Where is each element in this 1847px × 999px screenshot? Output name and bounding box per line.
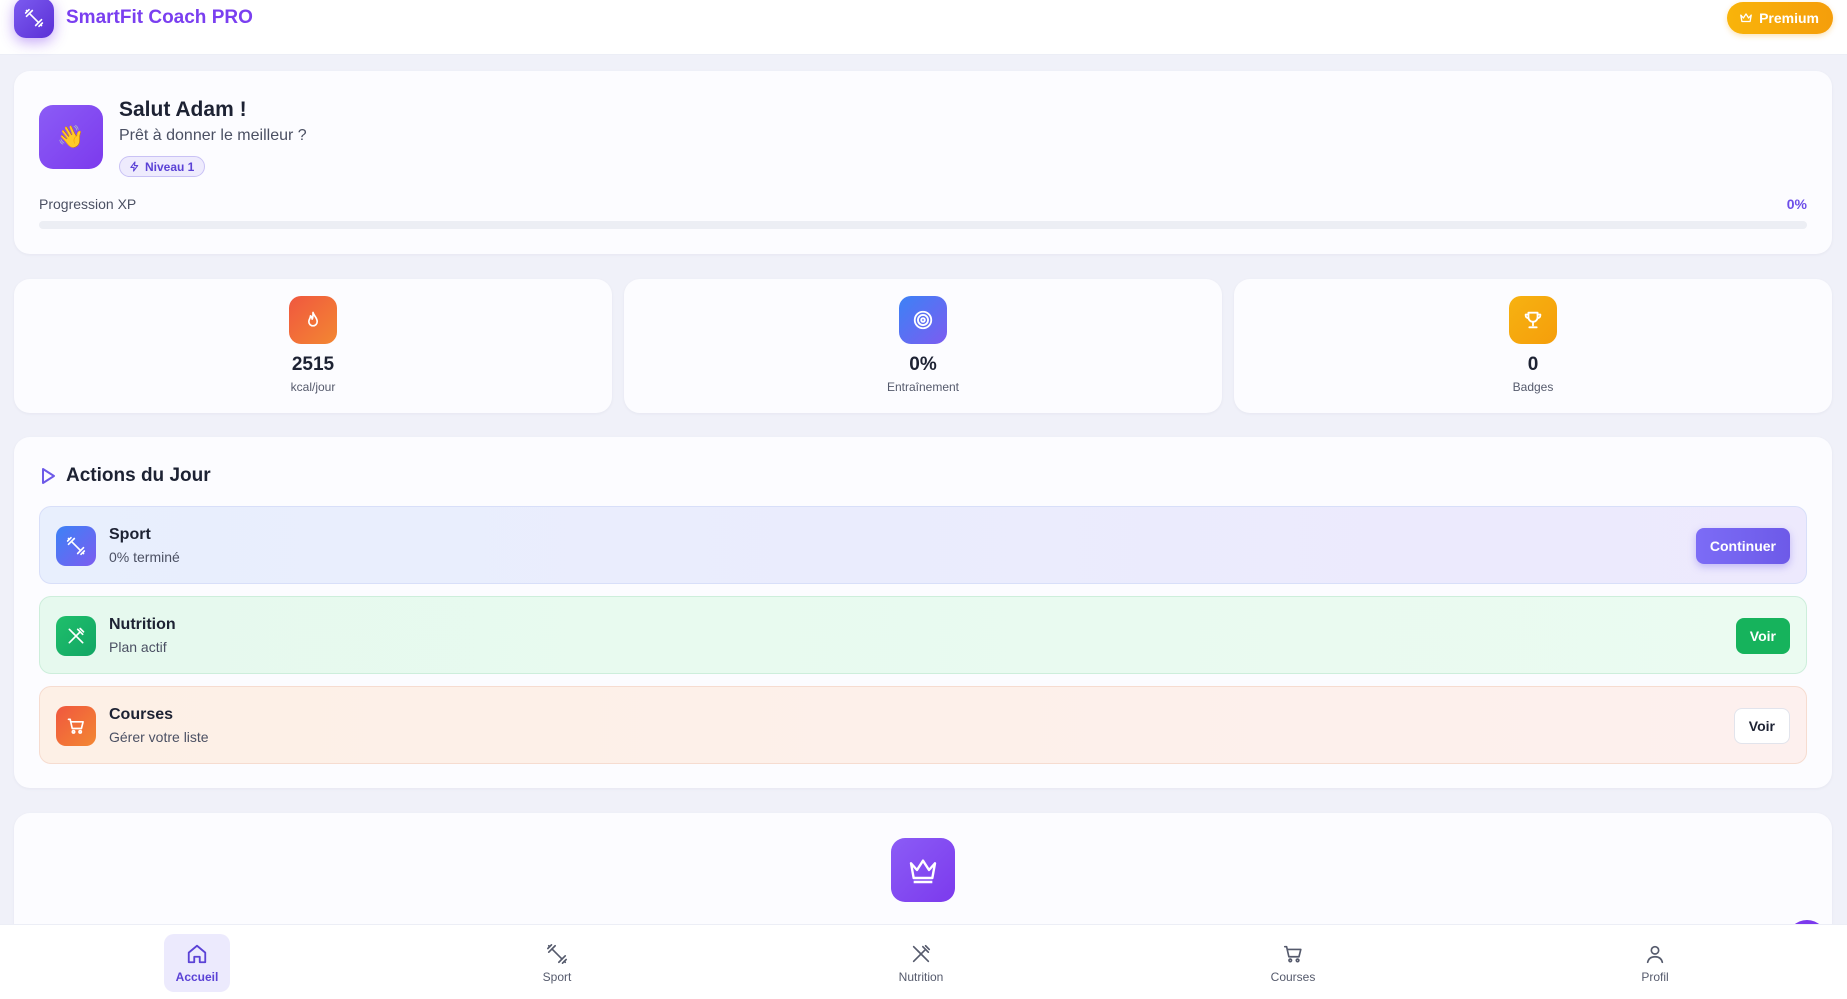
flame-icon (289, 296, 337, 344)
stat-label: Badges (1512, 380, 1554, 394)
view-nutrition-button[interactable]: Voir (1735, 618, 1790, 654)
wave-avatar: 👋 (39, 105, 103, 169)
nav-item-sport[interactable]: Sport (524, 934, 590, 992)
app-logo[interactable] (14, 0, 54, 38)
nav-label: Profil (1641, 969, 1669, 984)
daily-actions-title: Actions du Jour (66, 465, 211, 486)
xp-percent: 0% (1786, 196, 1807, 212)
level-badge: Niveau 1 (119, 156, 206, 177)
nav-label: Courses (1270, 969, 1316, 984)
stat-card-training[interactable]: 0% Entraînement (624, 279, 1222, 413)
greeting-subtitle: Prêt à donner le meilleur ? (119, 127, 307, 144)
nav-label: Accueil (175, 969, 219, 984)
view-courses-button[interactable]: Voir (1733, 708, 1790, 744)
stat-card-calories[interactable]: 2515 kcal/jour (14, 279, 612, 413)
cart-icon (1283, 945, 1302, 963)
dumbbell-icon (56, 526, 96, 566)
action-row-nutrition[interactable]: Nutrition Plan actif Voir (39, 596, 1807, 674)
action-title: Nutrition (109, 616, 176, 633)
dumbbell-icon (24, 8, 44, 28)
user-icon (1646, 945, 1664, 963)
target-icon (899, 296, 947, 344)
daily-actions-header: Actions du Jour (40, 465, 211, 487)
xp-progress-bar (39, 221, 1807, 229)
home-icon (187, 944, 207, 963)
xp-label: Progression XP (39, 196, 137, 212)
lightning-icon (130, 161, 139, 172)
continue-button[interactable]: Continuer (1695, 528, 1790, 564)
level-label: Niveau 1 (145, 159, 195, 174)
trophy-icon (1509, 296, 1557, 344)
action-title: Courses (109, 706, 174, 723)
nav-label: Nutrition (898, 969, 944, 984)
stat-value: 0 (1527, 354, 1539, 375)
nav-item-nutrition[interactable]: Nutrition (888, 934, 954, 992)
app-root: SmartFit Coach PRO Premium 👋 Salut Adam … (0, 0, 1847, 999)
stat-label: kcal/jour (290, 380, 336, 394)
premium-label: Premium (1759, 10, 1819, 26)
crown-icon (891, 838, 955, 902)
greeting-title: Salut Adam ! (119, 98, 247, 121)
stat-label: Entraînement (886, 380, 960, 394)
utensils-icon (56, 616, 96, 656)
play-icon (42, 468, 55, 484)
top-header: SmartFit Coach PRO Premium (0, 0, 1847, 55)
daily-actions-card: Actions du Jour Sport 0% terminé Continu… (14, 437, 1832, 788)
cart-icon (56, 706, 96, 746)
stat-card-badges[interactable]: 0 Badges (1234, 279, 1832, 413)
action-subtitle: Gérer votre liste (109, 729, 209, 745)
dumbbell-icon (547, 943, 567, 964)
crown-icon (1740, 13, 1752, 23)
nav-item-accueil[interactable]: Accueil (164, 934, 230, 992)
premium-button[interactable]: Premium (1727, 2, 1833, 34)
action-row-sport[interactable]: Sport 0% terminé Continuer (39, 506, 1807, 584)
app-title: SmartFit Coach PRO (66, 7, 253, 28)
waving-hand-icon: 👋 (57, 124, 85, 149)
action-row-courses[interactable]: Courses Gérer votre liste Voir (39, 686, 1807, 764)
action-subtitle: Plan actif (109, 639, 167, 655)
action-title: Sport (109, 526, 151, 543)
utensils-icon (912, 944, 931, 962)
stat-value: 0% (909, 354, 937, 375)
nav-item-courses[interactable]: Courses (1260, 934, 1326, 992)
bottom-navigation: Accueil Sport Nutrition Courses Profil (0, 924, 1847, 999)
welcome-card: 👋 Salut Adam ! Prêt à donner le meilleur… (14, 71, 1832, 254)
nav-item-profil[interactable]: Profil (1622, 934, 1688, 992)
stat-value: 2515 (291, 354, 335, 375)
nav-label: Sport (542, 969, 572, 984)
action-subtitle: 0% terminé (109, 549, 180, 565)
